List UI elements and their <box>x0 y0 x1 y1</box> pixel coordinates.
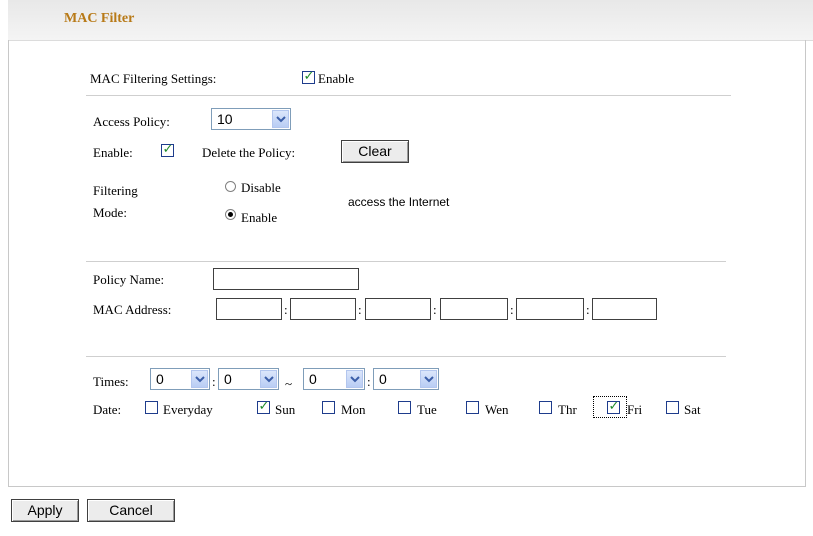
end-minute-value: 0 <box>379 371 387 387</box>
day-tue-checkbox[interactable] <box>398 401 411 414</box>
filtering-mode-disable-label: Disable <box>241 180 281 195</box>
day-everyday-label: Everyday <box>163 402 213 417</box>
date-label: Date: <box>93 402 122 417</box>
apply-button[interactable]: Apply <box>11 499 79 522</box>
start-hour-select[interactable]: 0 <box>150 368 210 390</box>
start-minute-select[interactable]: 0 <box>218 368 279 390</box>
check-icon: ✓ <box>303 69 315 84</box>
filtering-mode-label-line2: Mode: <box>93 205 127 220</box>
divider <box>86 261 726 262</box>
page-title: MAC Filter <box>64 11 135 26</box>
mac-octet-1-input[interactable] <box>216 298 282 320</box>
day-wen-checkbox[interactable] <box>466 401 479 414</box>
day-everyday-checkbox[interactable] <box>145 401 158 414</box>
day-sun-checkbox[interactable]: ✓ <box>257 399 270 414</box>
mac-address-label: MAC Address: <box>93 302 172 317</box>
mac-separator: : <box>358 302 362 317</box>
time-separator: : <box>367 374 371 389</box>
mac-filtering-enable-checkbox[interactable]: ✓ <box>302 69 315 84</box>
policy-enable-label: Enable: <box>93 145 133 160</box>
divider <box>86 356 726 357</box>
check-icon: ✓ <box>608 399 620 414</box>
delete-policy-label: Delete the Policy: <box>202 145 296 160</box>
end-hour-select[interactable]: 0 <box>303 368 365 390</box>
day-sun-label: Sun <box>275 402 296 417</box>
mac-filtering-label: MAC Filtering Settings: <box>90 71 217 86</box>
mac-separator: : <box>510 302 514 317</box>
day-wen-label: Wen <box>485 402 509 417</box>
mac-octet-3-input[interactable] <box>365 298 431 320</box>
day-mon-label: Mon <box>341 402 366 417</box>
check-icon: ✓ <box>258 399 270 414</box>
day-tue-label: Tue <box>417 402 437 417</box>
times-label: Times: <box>93 374 129 389</box>
policy-enable-checkbox[interactable]: ✓ <box>161 142 174 157</box>
mac-separator: : <box>433 302 437 317</box>
access-policy-label: Access Policy: <box>93 114 170 129</box>
chevron-down-icon[interactable] <box>420 370 437 388</box>
day-thr-label: Thr <box>558 402 577 417</box>
day-fri-checkbox[interactable]: ✓ <box>607 399 620 414</box>
chevron-down-icon[interactable] <box>191 370 208 388</box>
end-hour-value: 0 <box>309 371 317 387</box>
filtering-mode-enable-label: Enable <box>241 210 278 225</box>
time-separator: : <box>212 374 216 389</box>
day-sat-label: Sat <box>684 402 701 417</box>
settings-panel <box>8 40 806 487</box>
end-minute-select[interactable]: 0 <box>373 368 439 390</box>
start-hour-value: 0 <box>156 371 164 387</box>
cancel-button[interactable]: Cancel <box>87 499 175 522</box>
mac-separator: : <box>284 302 288 317</box>
divider <box>86 95 731 96</box>
filtering-mode-disable-radio[interactable] <box>225 181 236 192</box>
filtering-mode-enable-radio[interactable] <box>225 209 236 220</box>
chevron-down-icon[interactable] <box>272 110 289 128</box>
mac-filtering-enable-label: Enable <box>318 71 355 86</box>
clear-button[interactable]: Clear <box>341 140 409 163</box>
mac-octet-5-input[interactable] <box>516 298 584 320</box>
filtering-mode-label-line1: Filtering <box>93 183 138 198</box>
mac-octet-4-input[interactable] <box>440 298 508 320</box>
start-minute-value: 0 <box>224 371 232 387</box>
day-thr-checkbox[interactable] <box>539 401 552 414</box>
mac-separator: : <box>586 302 590 317</box>
mac-octet-2-input[interactable] <box>290 298 356 320</box>
access-policy-value: 10 <box>217 111 233 127</box>
time-range-separator: ~ <box>285 376 293 391</box>
policy-name-input[interactable] <box>213 268 359 290</box>
day-sat-checkbox[interactable] <box>666 401 679 414</box>
check-icon: ✓ <box>162 142 174 157</box>
title-bar: MAC Filter <box>8 0 813 41</box>
day-mon-checkbox[interactable] <box>322 401 335 414</box>
mac-octet-6-input[interactable] <box>592 298 657 320</box>
chevron-down-icon[interactable] <box>260 370 277 388</box>
chevron-down-icon[interactable] <box>346 370 363 388</box>
policy-name-label: Policy Name: <box>93 272 165 287</box>
day-fri-label: Fri <box>627 402 643 417</box>
filtering-mode-suffix: access the Internet <box>348 195 450 209</box>
access-policy-select[interactable]: 10 <box>211 108 291 130</box>
